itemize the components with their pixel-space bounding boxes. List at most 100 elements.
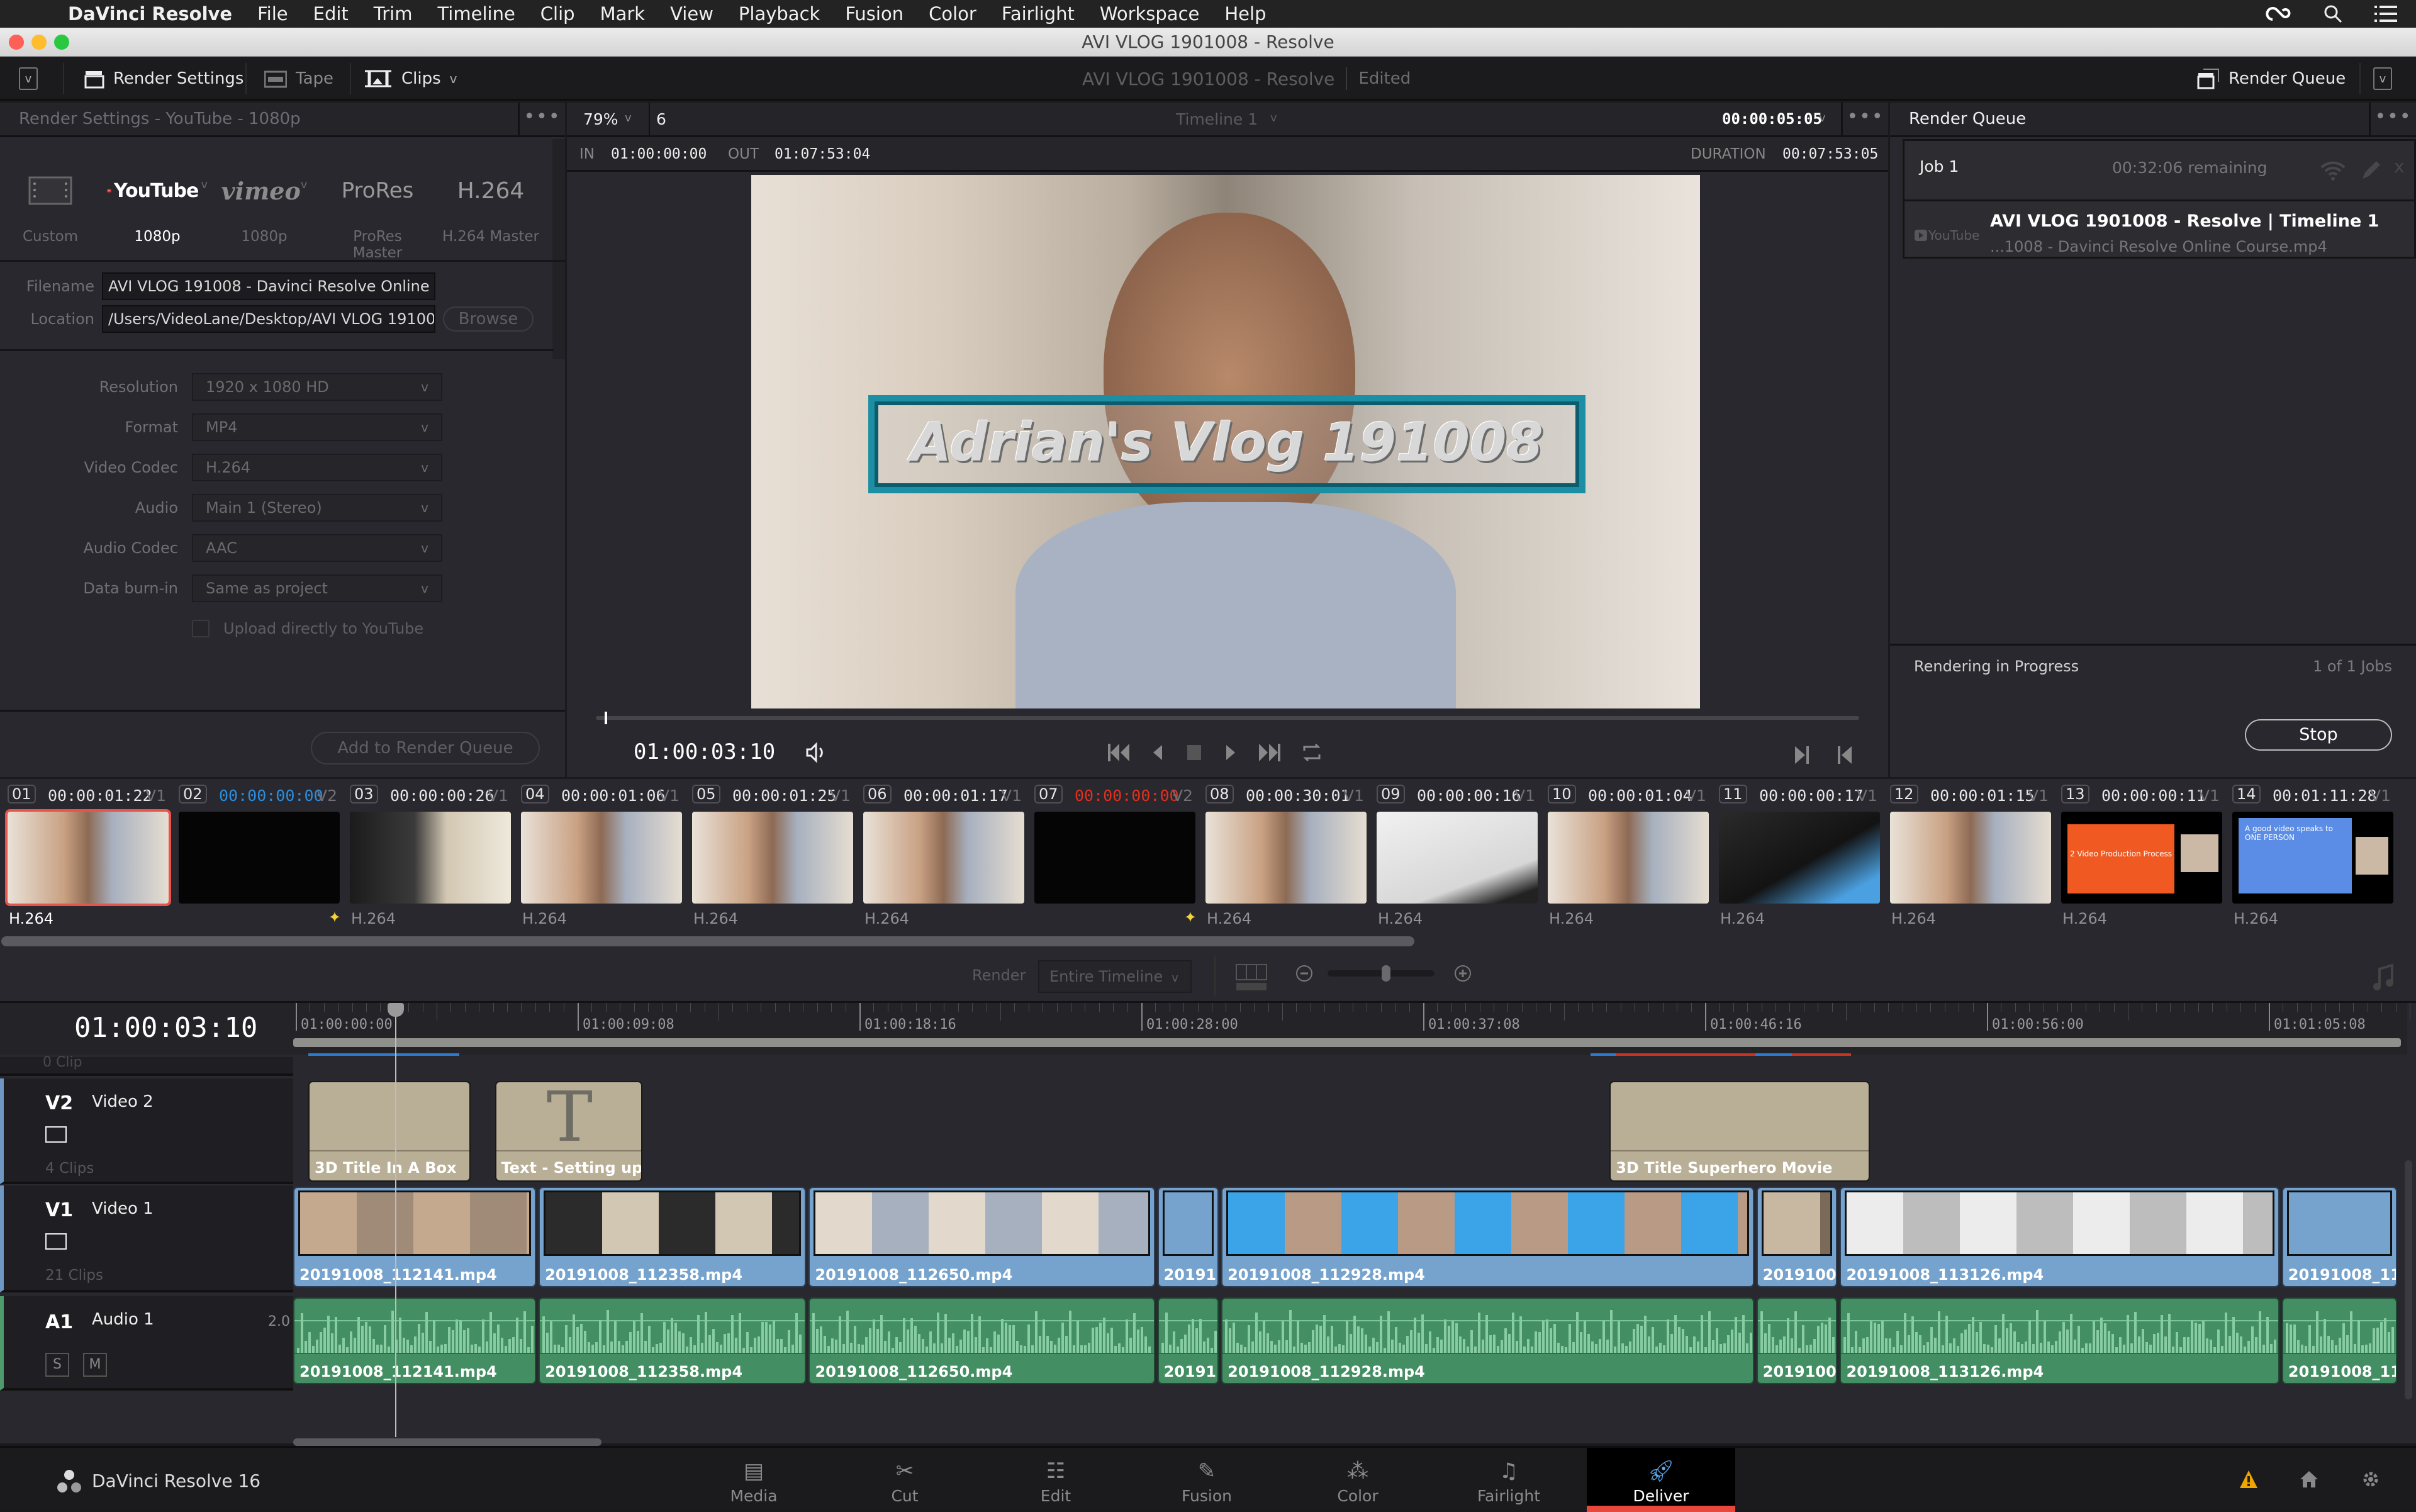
video-clip[interactable]: 20191008_112928.mp4 <box>1221 1187 1754 1287</box>
warning-icon[interactable] <box>2239 1469 2259 1489</box>
clip-item[interactable]: 13 00:00:00:11 V1 2 Video Production Proces… <box>2061 779 2223 936</box>
clip-thumbnail[interactable]: 2 Video Production Process <box>2061 812 2222 904</box>
track-video-icon[interactable] <box>45 1233 67 1250</box>
clip-thumbnail[interactable]: A good video speaks to ONE PERSON <box>2232 812 2393 904</box>
render-range-dropdown[interactable]: Entire Timeline v <box>1038 960 1192 993</box>
clip-item[interactable]: 10 00:00:01:04 V1 H.264 <box>1548 779 1710 936</box>
skip-to-start-icon[interactable] <box>1107 742 1132 763</box>
spotlight-search-icon[interactable] <box>2323 4 2343 24</box>
nav-edit[interactable]: ☷ Edit <box>982 1448 1130 1512</box>
audio-clip[interactable]: 20191... <box>1157 1297 1219 1384</box>
preset-vimeo[interactable]: vimeo v 1080p <box>214 159 315 245</box>
clip-thumbnail[interactable] <box>863 812 1024 904</box>
setting-dropdown[interactable]: Main 1 (Stereo) v <box>192 494 442 522</box>
clip-item[interactable]: 05 00:00:01:25 V1 H.264 <box>692 779 854 936</box>
setting-dropdown[interactable]: AAC v <box>192 534 442 562</box>
clip-item[interactable]: 06 00:00:01:17 V1 H.264 <box>863 779 1026 936</box>
nav-fairlight[interactable]: ♫ Fairlight <box>1434 1448 1583 1512</box>
clips-button[interactable]: Clips v <box>364 57 457 101</box>
clip-item[interactable]: 11 00:00:00:17 V1 H.264 <box>1719 779 1881 936</box>
render-settings-button[interactable]: Render Settings <box>84 57 243 101</box>
more-options-icon[interactable]: ••• <box>2369 103 2416 137</box>
clip-thumbnail[interactable] <box>1377 812 1538 904</box>
menu-app-name[interactable]: DaVinci Resolve <box>68 3 232 25</box>
clip-thumbnail[interactable] <box>5 809 171 906</box>
stop-icon[interactable] <box>1185 742 1204 763</box>
setting-dropdown[interactable]: H.264 v <box>192 454 442 481</box>
video-clip[interactable]: 20191008_112141.mp4 <box>293 1187 537 1287</box>
title-clip[interactable]: 3D Title In A Box <box>308 1081 471 1182</box>
clip-thumbnail[interactable] <box>1205 812 1367 904</box>
clip-thumbnail[interactable] <box>1548 812 1709 904</box>
browse-button[interactable]: Browse <box>443 306 534 332</box>
panel-collapse-button[interactable]: v <box>2373 57 2392 101</box>
clip-item[interactable]: 08 00:00:30:01 V1 H.264 <box>1205 779 1368 936</box>
setting-dropdown[interactable]: Same as project v <box>192 574 442 602</box>
clip-item[interactable]: 03 00:00:00:26 V1 H.264 <box>350 779 512 936</box>
remote-render-icon[interactable] <box>2320 159 2346 181</box>
preset-h264[interactable]: H.264 H.264 Master <box>440 159 541 245</box>
settings-gear-icon[interactable] <box>2361 1469 2381 1489</box>
scrubber-playhead[interactable] <box>605 712 608 724</box>
notification-center-icon[interactable] <box>2374 6 2397 22</box>
audio-meter-icon[interactable] <box>2372 964 2395 992</box>
loop-icon[interactable] <box>1300 742 1323 763</box>
video-clip[interactable]: 2019100... <box>1756 1187 1838 1287</box>
viewer-scrubber[interactable] <box>596 712 1859 724</box>
video-clip[interactable]: 20191... <box>1157 1187 1219 1287</box>
preset-prores[interactable]: ProRes ProRes Master <box>327 159 428 261</box>
track-header-a1[interactable]: A1 Audio 1 2.0 S M <box>0 1296 293 1391</box>
render-queue-toggle-button[interactable]: Render Queue <box>2197 57 2346 101</box>
creative-cloud-icon[interactable] <box>2265 4 2291 23</box>
preset-youtube[interactable]: YouTube v 1080p <box>107 159 208 245</box>
clip-strip-scrollbar[interactable] <box>1 936 1414 946</box>
timeline-vertical-scrollbar[interactable] <box>2405 1160 2412 1399</box>
apple-icon[interactable] <box>24 1 49 26</box>
clip-item[interactable]: 07 00:00:00:00 V2 ✦ <box>1034 779 1197 936</box>
stop-render-button[interactable]: Stop <box>2245 719 2392 751</box>
menu-fairlight[interactable]: Fairlight <box>1002 3 1075 25</box>
clip-thumbnail[interactable] <box>1719 812 1880 904</box>
nav-media[interactable]: ▤ Media <box>680 1448 828 1512</box>
play-reverse-icon[interactable] <box>1151 742 1166 763</box>
upload-youtube-checkbox[interactable] <box>192 620 210 637</box>
menu-edit[interactable]: Edit <box>313 3 349 25</box>
zoom-out-icon[interactable] <box>1295 964 1314 983</box>
preset-custom[interactable]: Custom <box>13 159 88 245</box>
menu-mark[interactable]: Mark <box>600 3 646 25</box>
video-clip[interactable]: 20191008_113126.mp4 <box>1840 1187 2279 1287</box>
clip-item[interactable]: 02 00:00:00:00 V2 ✦ <box>179 779 341 936</box>
clip-thumbnail[interactable] <box>350 812 511 904</box>
clip-thumbnail[interactable] <box>1034 812 1195 904</box>
menu-playback[interactable]: Playback <box>739 3 820 25</box>
clip-thumbnail[interactable] <box>1890 812 2051 904</box>
tape-button[interactable]: Tape <box>264 57 333 101</box>
clip-item[interactable]: 04 00:00:01:06 V1 H.264 <box>521 779 683 936</box>
panel-toggle-button[interactable]: v <box>19 57 38 101</box>
audio-clip[interactable]: 20191008_113126.mp4 <box>1840 1297 2279 1384</box>
timeline-view-options-icon[interactable] <box>1236 964 1267 992</box>
clip-item[interactable]: 14 00:01:11:28 V1 A good video speaks to ON… <box>2232 779 2395 936</box>
menu-workspace[interactable]: Workspace <box>1100 3 1200 25</box>
nav-cut[interactable]: ✂ Cut <box>830 1448 979 1512</box>
menu-help[interactable]: Help <box>1224 3 1266 25</box>
viewer-zoom-dropdown[interactable]: 79% <box>583 110 618 128</box>
audio-clip[interactable]: 20191008_113... <box>2281 1297 2398 1384</box>
more-options-icon[interactable]: ••• <box>518 103 565 137</box>
mute-button[interactable]: M <box>83 1353 107 1377</box>
location-input[interactable]: /Users/VideoLane/Desktop/AVI VLOG 191008… <box>102 305 435 333</box>
menu-timeline[interactable]: Timeline <box>437 3 515 25</box>
nav-fusion[interactable]: ✎ Fusion <box>1132 1448 1281 1512</box>
nav-deliver[interactable]: 🚀︎ Deliver <box>1587 1448 1735 1512</box>
play-icon[interactable] <box>1222 742 1238 763</box>
viewer-timecode[interactable]: 00:00:05:05 <box>1722 110 1822 128</box>
home-icon[interactable] <box>2299 1469 2319 1489</box>
timeline-horizontal-scrollbar[interactable] <box>293 1438 601 1446</box>
video-clip[interactable]: 20191008_113... <box>2281 1187 2398 1287</box>
timeline-selector[interactable]: Timeline 1 <box>1176 110 1258 128</box>
menu-clip[interactable]: Clip <box>540 3 575 25</box>
audio-clip[interactable]: 2019100... <box>1756 1297 1838 1384</box>
zoom-in-icon[interactable] <box>1453 964 1472 983</box>
setting-dropdown[interactable]: MP4 v <box>192 413 442 441</box>
menu-fusion[interactable]: Fusion <box>845 3 903 25</box>
